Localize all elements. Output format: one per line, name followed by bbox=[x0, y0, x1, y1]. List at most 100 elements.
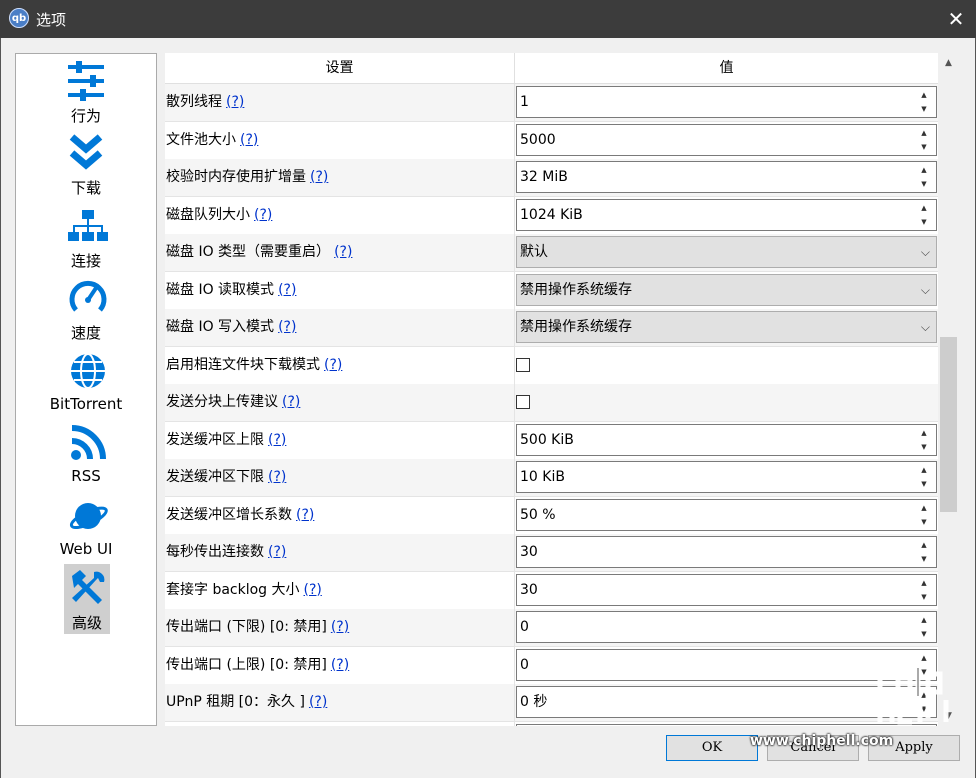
value-spinbox[interactable]: 30 ▲ ▼ bbox=[516, 536, 937, 568]
value-spinbox[interactable]: 0 ▲ ▼ bbox=[516, 611, 937, 643]
spinbox-value[interactable]: 50 % bbox=[520, 500, 556, 530]
scroll-up-arrow-icon[interactable]: ▲ bbox=[938, 53, 959, 73]
spinbox-arrows: ▲▼ bbox=[913, 88, 935, 116]
sidebar-item-rss[interactable]: RSS bbox=[17, 419, 155, 489]
spinbox-value[interactable]: 1 bbox=[520, 87, 529, 117]
value-spinbox[interactable]: 1 ▲ ▼ bbox=[516, 86, 937, 118]
spin-up-arrow-icon[interactable]: ▲ bbox=[913, 126, 935, 140]
spin-down-arrow-icon[interactable]: ▼ bbox=[913, 627, 935, 641]
scrollbar-thumb[interactable] bbox=[940, 337, 957, 512]
spinbox-value[interactable]: 500 KiB bbox=[520, 425, 574, 455]
sidebar-item-behavior[interactable]: 行为 bbox=[17, 57, 155, 127]
spinbox-value[interactable]: 30 bbox=[520, 575, 538, 605]
setting-label: 磁盘队列大小 bbox=[166, 206, 250, 223]
value-spinbox[interactable]: 0 秒 ▲ ▼ bbox=[516, 686, 937, 718]
help-link[interactable]: (?) bbox=[278, 319, 296, 335]
help-link[interactable]: (?) bbox=[226, 94, 244, 110]
setting-label: 发送缓冲区增长系数 bbox=[166, 506, 292, 523]
help-link[interactable]: (?) bbox=[268, 544, 286, 560]
chevron-down-icon[interactable]: ⌵ bbox=[921, 237, 930, 267]
spin-down-arrow-icon[interactable]: ▼ bbox=[913, 590, 935, 604]
column-header-value[interactable]: 值 bbox=[515, 53, 938, 83]
ok-button[interactable]: OK bbox=[666, 735, 758, 761]
spin-up-arrow-icon[interactable]: ▲ bbox=[913, 576, 935, 590]
value-spinbox[interactable]: ▲▼ bbox=[516, 723, 937, 726]
planet-icon bbox=[69, 503, 108, 530]
spin-down-arrow-icon[interactable]: ▼ bbox=[913, 102, 935, 116]
help-link[interactable]: (?) bbox=[310, 169, 328, 185]
chevron-down-icon[interactable]: ⌵ bbox=[921, 275, 930, 305]
spin-down-arrow-icon[interactable]: ▼ bbox=[913, 552, 935, 566]
value-spinbox[interactable]: 1024 KiB ▲ ▼ bbox=[516, 198, 937, 231]
value-spinbox[interactable]: 5000 ▲ ▼ bbox=[516, 123, 937, 156]
rss-icon bbox=[71, 425, 106, 460]
spin-up-arrow-icon[interactable]: ▲ bbox=[913, 501, 935, 515]
help-link[interactable]: (?) bbox=[331, 657, 349, 673]
value-spinbox[interactable]: 50 % ▲ ▼ bbox=[516, 498, 937, 531]
spin-up-arrow-icon[interactable]: ▲ bbox=[913, 201, 935, 215]
column-header-setting[interactable]: 设置 bbox=[165, 53, 515, 83]
spin-down-arrow-icon[interactable]: ▼ bbox=[913, 177, 935, 191]
help-link[interactable]: (?) bbox=[331, 619, 349, 635]
sidebar-item-bittorrent[interactable]: BitTorrent bbox=[17, 347, 155, 417]
help-link[interactable]: (?) bbox=[324, 357, 342, 373]
spin-up-arrow-icon[interactable]: ▲ bbox=[913, 426, 935, 440]
table-row: 磁盘 IO 类型（需要重启） (?) 默认 ⌵ bbox=[165, 234, 938, 272]
spinbox-value[interactable]: 10 KiB bbox=[520, 462, 565, 492]
value-spinbox[interactable]: 30 ▲ ▼ bbox=[516, 573, 937, 606]
help-link[interactable]: (?) bbox=[296, 507, 314, 523]
spin-down-arrow-icon[interactable]: ▼ bbox=[913, 515, 935, 529]
sidebar-item-label: 连接 bbox=[70, 252, 101, 270]
spin-up-arrow-icon[interactable]: ▲ bbox=[913, 613, 935, 627]
close-button[interactable]: ✕ bbox=[936, 0, 976, 38]
help-link[interactable]: (?) bbox=[282, 394, 300, 410]
spin-up-arrow-icon[interactable]: ▲ bbox=[913, 463, 935, 477]
spinbox-value[interactable]: 1024 KiB bbox=[520, 200, 583, 230]
sidebar-item-web-ui[interactable]: Web UI bbox=[17, 492, 155, 562]
sidebar-item-label: 行为 bbox=[70, 107, 101, 125]
value-spinbox[interactable]: 32 MiB ▲ ▼ bbox=[516, 161, 937, 193]
chevron-down-icon[interactable]: ⌵ bbox=[921, 312, 930, 342]
sidebar-item-downloads[interactable]: 下载 bbox=[17, 129, 155, 199]
setting-name: 发送缓冲区上限 (?) bbox=[166, 422, 286, 459]
spinbox-value[interactable]: 0 bbox=[520, 612, 529, 642]
setting-name: 文件池大小 (?) bbox=[166, 122, 258, 159]
value-dropdown[interactable]: 禁用操作系统缓存 ⌵ bbox=[516, 311, 937, 343]
spinbox-value[interactable]: 0 秒 bbox=[520, 687, 547, 717]
spin-down-arrow-icon[interactable]: ▼ bbox=[913, 215, 935, 229]
help-link[interactable]: (?) bbox=[268, 432, 286, 448]
column-divider bbox=[514, 646, 515, 684]
spin-down-arrow-icon[interactable]: ▼ bbox=[913, 140, 935, 154]
value-dropdown[interactable]: 禁用操作系统缓存 ⌵ bbox=[516, 273, 937, 306]
table-row: 发送缓冲区下限 (?) 10 KiB ▲ ▼ bbox=[165, 459, 938, 497]
spinbox-value[interactable]: 5000 bbox=[520, 125, 556, 155]
help-link[interactable]: (?) bbox=[268, 469, 286, 485]
spin-up-arrow-icon[interactable]: ▲ bbox=[913, 163, 935, 177]
spinbox-value[interactable]: 30 bbox=[520, 537, 538, 567]
vertical-scrollbar[interactable]: ▲ ▼ bbox=[938, 53, 959, 726]
help-link[interactable]: (?) bbox=[278, 282, 296, 298]
help-link[interactable]: (?) bbox=[309, 694, 327, 710]
spin-down-arrow-icon[interactable]: ▼ bbox=[913, 440, 935, 454]
value-spinbox[interactable]: 10 KiB ▲ ▼ bbox=[516, 461, 937, 493]
spin-up-arrow-icon[interactable]: ▲ bbox=[913, 538, 935, 552]
sidebar-item-advanced[interactable]: 高级 bbox=[64, 564, 110, 634]
value-dropdown[interactable]: 默认 ⌵ bbox=[516, 236, 937, 268]
help-link[interactable]: (?) bbox=[240, 132, 258, 148]
help-link[interactable]: (?) bbox=[334, 244, 352, 260]
value-spinbox[interactable]: 0 ▲ ▼ bbox=[516, 648, 937, 681]
value-spinbox[interactable]: 500 KiB ▲ ▼ bbox=[516, 423, 937, 456]
value-checkbox[interactable] bbox=[516, 395, 530, 409]
help-link[interactable]: (?) bbox=[304, 582, 322, 598]
setting-name: 磁盘 IO 读取模式 (?) bbox=[166, 272, 296, 309]
sidebar-item-connection[interactable]: 连接 bbox=[17, 202, 155, 272]
table-row: 磁盘 IO 读取模式 (?) 禁用操作系统缓存 ⌵ bbox=[165, 271, 938, 310]
spin-down-arrow-icon[interactable]: ▼ bbox=[913, 477, 935, 491]
sidebar-item-label: BitTorrent bbox=[49, 395, 123, 413]
spinbox-value[interactable]: 32 MiB bbox=[520, 162, 568, 192]
sidebar-item-speed[interactable]: 速度 bbox=[17, 274, 155, 344]
spin-up-arrow-icon[interactable]: ▲ bbox=[913, 88, 935, 102]
help-link[interactable]: (?) bbox=[254, 207, 272, 223]
value-checkbox[interactable] bbox=[516, 357, 530, 372]
spinbox-value[interactable]: 0 bbox=[520, 650, 529, 680]
